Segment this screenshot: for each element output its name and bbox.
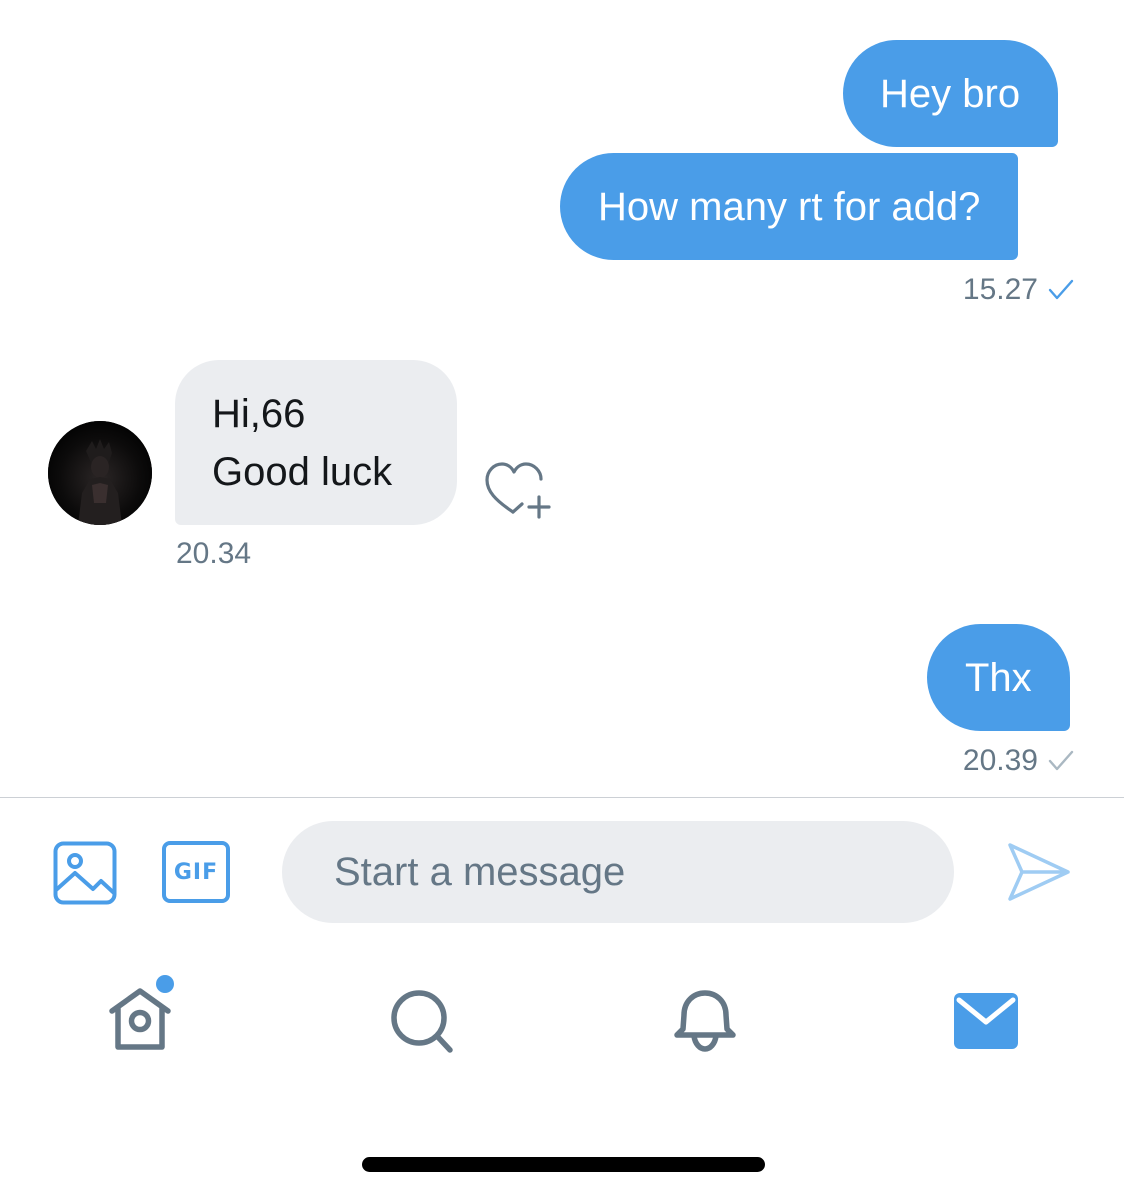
send-icon[interactable]	[1006, 841, 1072, 903]
add-photo-icon[interactable]	[53, 841, 117, 905]
home-indicator	[362, 1157, 765, 1172]
notifications-icon[interactable]	[671, 989, 739, 1053]
incoming-message-bubble[interactable]: Hi,66 Good luck	[175, 360, 457, 525]
like-message-icon[interactable]	[483, 459, 553, 521]
add-gif-icon[interactable]: GIF	[162, 841, 230, 903]
timestamp: 20.34	[176, 537, 252, 570]
message-timestamp-row: 15.27	[963, 273, 1074, 307]
message-timestamp-row: 20.34	[176, 537, 251, 571]
message-text: How many rt for add?	[598, 185, 981, 229]
timestamp: 20.39	[962, 744, 1038, 777]
avatar[interactable]	[48, 421, 152, 525]
timestamp: 15.27	[962, 273, 1038, 306]
message-text: Hey bro	[880, 72, 1021, 116]
notification-dot	[156, 975, 174, 993]
composer-divider	[0, 797, 1124, 798]
gif-label: GIF	[173, 859, 219, 885]
message-input[interactable]	[282, 821, 954, 923]
message-text: Thx	[965, 656, 1032, 700]
search-icon[interactable]	[388, 988, 456, 1054]
messages-icon[interactable]	[954, 993, 1018, 1049]
outgoing-message-bubble[interactable]: Thx	[927, 624, 1070, 731]
tab-home[interactable]	[100, 975, 180, 1055]
avatar-image	[48, 421, 152, 525]
message-line: Hi,66	[212, 392, 306, 436]
outgoing-message-bubble[interactable]: Hey bro	[843, 40, 1059, 147]
message-timestamp-row: 20.39	[963, 744, 1074, 778]
read-checkmark-icon	[1048, 279, 1074, 300]
message-line: Good luck	[212, 450, 393, 494]
sent-checkmark-icon	[1048, 750, 1074, 771]
outgoing-message-bubble[interactable]: How many rt for add?	[560, 153, 1019, 260]
